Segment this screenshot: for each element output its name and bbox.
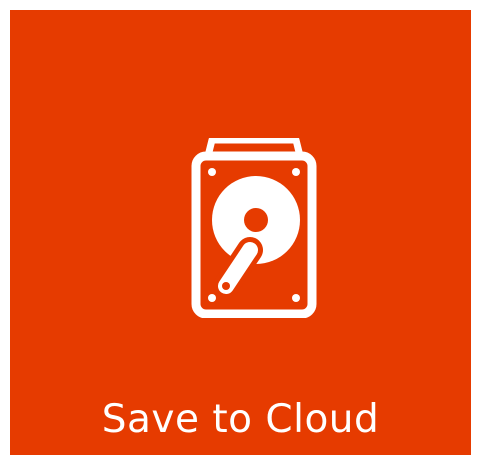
save-to-cloud-tile[interactable]: Save to Cloud [10,10,471,455]
tile-label: Save to Cloud [101,397,380,442]
hard-drive-icon [191,138,317,318]
